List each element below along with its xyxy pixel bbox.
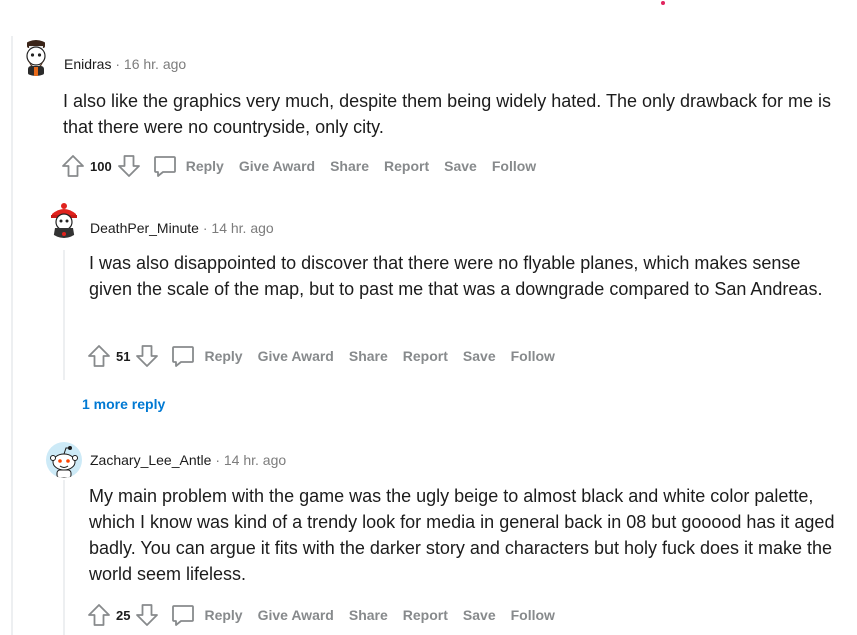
comment-meta: Zachary_Lee_Antle · 14 hr. ago	[90, 452, 286, 468]
comment-body: My main problem with the game was the ug…	[89, 486, 835, 584]
reply-button[interactable]: Reply	[170, 343, 243, 369]
upvote-icon[interactable]	[86, 343, 112, 369]
snoo-avatar-icon	[46, 442, 82, 478]
notification-dot	[661, 1, 665, 5]
comment-body: I also like the graphics very much, desp…	[63, 91, 832, 137]
save-button[interactable]: Save	[463, 607, 496, 623]
thread-line-root[interactable]	[11, 36, 13, 635]
meta-separator: ·	[115, 56, 121, 72]
upvote-icon[interactable]	[86, 602, 112, 628]
username[interactable]: Zachary_Lee_Antle	[90, 452, 211, 468]
save-button[interactable]: Save	[444, 158, 477, 174]
meta-separator: ·	[202, 220, 208, 236]
save-button[interactable]: Save	[463, 348, 496, 364]
speech-bubble-icon	[153, 156, 176, 177]
reply-label[interactable]: Reply	[186, 158, 224, 174]
avatar-deathper-minute-icon	[51, 203, 77, 238]
comment-body: I was also disappointed to discover that…	[89, 253, 823, 299]
comment-actions: 100 Reply Give Award Share Report Save F…	[60, 152, 536, 180]
timestamp[interactable]: 14 hr. ago	[211, 220, 273, 236]
give-award-button[interactable]: Give Award	[258, 607, 334, 623]
avatar[interactable]	[18, 40, 54, 76]
more-replies-link[interactable]: 1 more reply	[82, 396, 165, 412]
give-award-button[interactable]: Give Award	[239, 158, 315, 174]
comment-meta: DeathPer_Minute · 14 hr. ago	[90, 220, 274, 236]
thread-line-reply-2[interactable]	[63, 480, 65, 635]
reply-button[interactable]: Reply	[170, 602, 243, 628]
username[interactable]: DeathPer_Minute	[90, 220, 199, 236]
timestamp[interactable]: 16 hr. ago	[124, 56, 186, 72]
downvote-icon[interactable]	[116, 153, 142, 179]
speech-bubble-icon	[172, 346, 195, 367]
avatar-enidras-icon	[26, 40, 46, 76]
follow-button[interactable]: Follow	[511, 607, 555, 623]
comment-actions: 51 Reply Give Award Share Report Save Fo…	[86, 342, 555, 370]
reply-button[interactable]: Reply	[152, 153, 224, 179]
follow-button[interactable]: Follow	[492, 158, 536, 174]
comment-meta: Enidras · 16 hr. ago	[64, 56, 186, 72]
report-button[interactable]: Report	[384, 158, 429, 174]
share-button[interactable]: Share	[349, 348, 388, 364]
vote-score: 100	[90, 158, 112, 174]
vote-score: 25	[116, 607, 131, 623]
follow-button[interactable]: Follow	[511, 348, 555, 364]
reply-label[interactable]: Reply	[204, 348, 242, 364]
share-button[interactable]: Share	[349, 607, 388, 623]
comment-actions: 25 Reply Give Award Share Report Save Fo…	[86, 601, 555, 629]
downvote-icon[interactable]	[134, 343, 160, 369]
thread-line-reply-1[interactable]	[63, 250, 65, 380]
report-button[interactable]: Report	[403, 607, 448, 623]
avatar[interactable]	[46, 442, 82, 478]
meta-separator: ·	[215, 452, 220, 468]
avatar[interactable]	[46, 202, 82, 238]
reply-label[interactable]: Reply	[204, 607, 242, 623]
username[interactable]: Enidras	[64, 56, 111, 72]
vote-score: 51	[116, 348, 131, 364]
timestamp[interactable]: 14 hr. ago	[224, 452, 286, 468]
share-button[interactable]: Share	[330, 158, 369, 174]
report-button[interactable]: Report	[403, 348, 448, 364]
upvote-icon[interactable]	[60, 153, 86, 179]
give-award-button[interactable]: Give Award	[258, 348, 334, 364]
downvote-icon[interactable]	[134, 602, 160, 628]
speech-bubble-icon	[172, 605, 195, 626]
